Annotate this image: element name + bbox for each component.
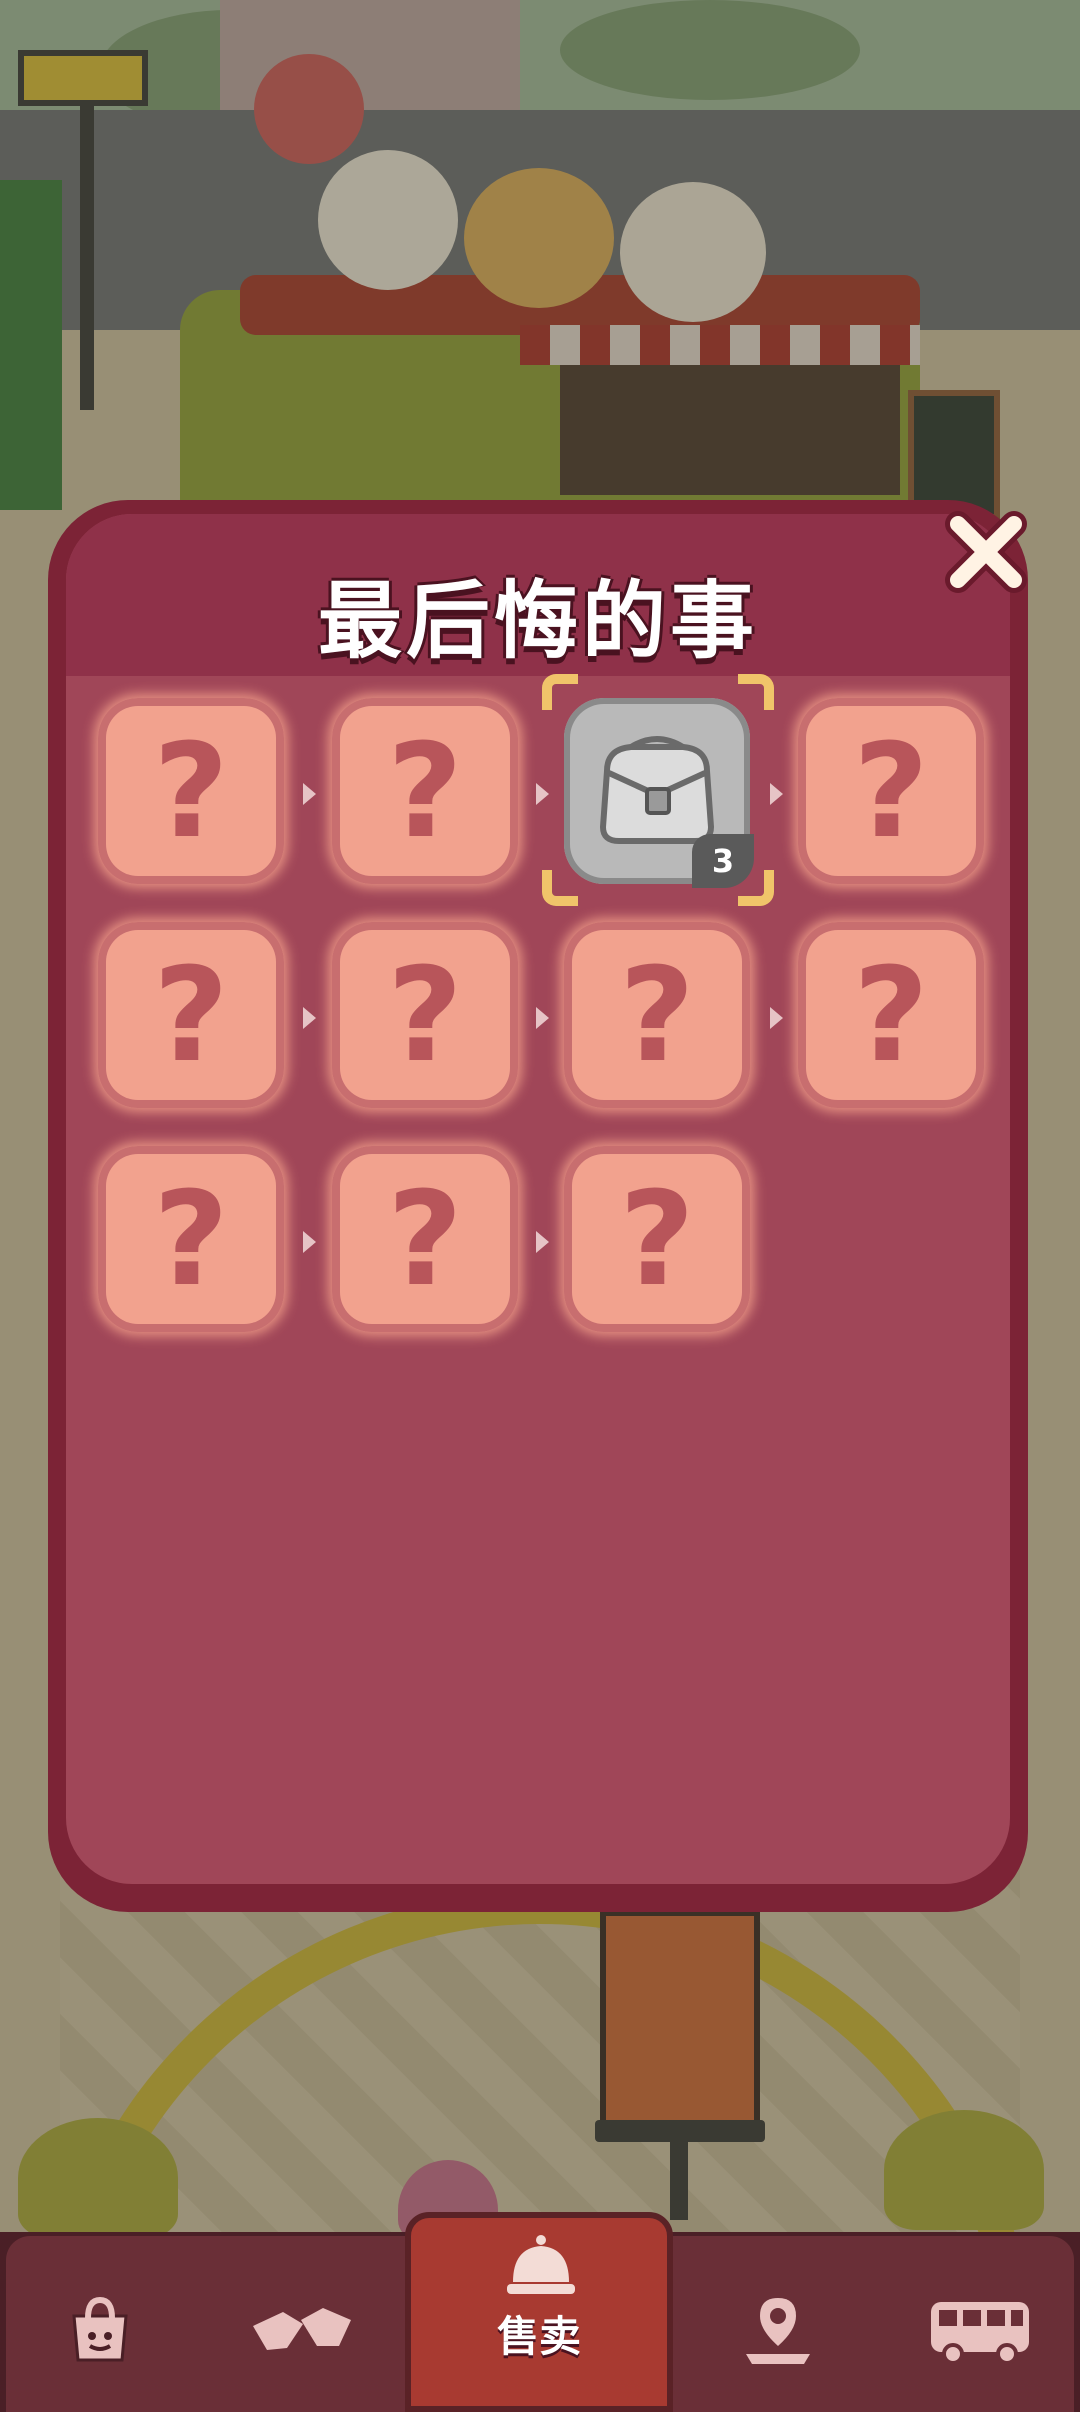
arrow-right-icon [770,1007,783,1029]
selection-corner [738,870,774,906]
locked-item[interactable]: ? [332,698,518,884]
locked-item[interactable]: ? [98,1146,284,1332]
question-mark-icon: ? [153,939,229,1091]
nav-map-button[interactable] [718,2270,838,2390]
selection-corner [542,674,578,710]
nav-sell-label: 售卖 [496,2312,581,2361]
arrow-right-icon [536,1007,549,1029]
question-mark-icon: ? [153,1163,229,1315]
question-mark-icon: ? [153,715,229,867]
revealed-item[interactable]: 3 [564,698,754,888]
locked-item[interactable]: ? [98,698,284,884]
locked-item[interactable]: ? [564,1146,750,1332]
locked-item[interactable]: ? [564,922,750,1108]
arrow-right-icon [770,783,783,805]
arrow-right-icon [303,783,316,805]
close-x-icon [945,511,1027,593]
bag-icon [599,736,715,844]
shopping-bag-icon [72,2296,128,2362]
map-pin-icon [746,2298,810,2364]
locked-item[interactable]: ? [798,698,984,884]
locked-item[interactable]: ? [332,1146,518,1332]
arrow-right-icon [536,783,549,805]
bus-icon [931,2302,1029,2365]
locked-item[interactable]: ? [798,922,984,1108]
arrow-right-icon [536,1231,549,1253]
service-bell-icon [507,2235,575,2294]
selection-corner [738,674,774,710]
nav-sell-button[interactable]: 售卖 [405,2212,673,2412]
question-mark-icon: ? [853,939,929,1091]
question-mark-icon: ? [619,1163,695,1315]
arrow-right-icon [303,1231,316,1253]
question-mark-icon: ? [387,1163,463,1315]
question-mark-icon: ? [387,939,463,1091]
nav-partner-button[interactable] [242,2270,362,2390]
locked-item[interactable]: ? [98,922,284,1108]
arrow-right-icon [303,1007,316,1029]
question-mark-icon: ? [387,715,463,867]
question-mark-icon: ? [619,939,695,1091]
locked-item[interactable]: ? [332,922,518,1108]
handshake-icon [253,2308,351,2350]
question-mark-icon: ? [853,715,929,867]
selection-corner [542,870,578,906]
nav-bus-button[interactable] [920,2270,1040,2390]
dialog-title: 最后悔的事 [317,572,758,670]
close-button[interactable] [936,508,1036,598]
nav-shop-button[interactable] [40,2270,160,2390]
